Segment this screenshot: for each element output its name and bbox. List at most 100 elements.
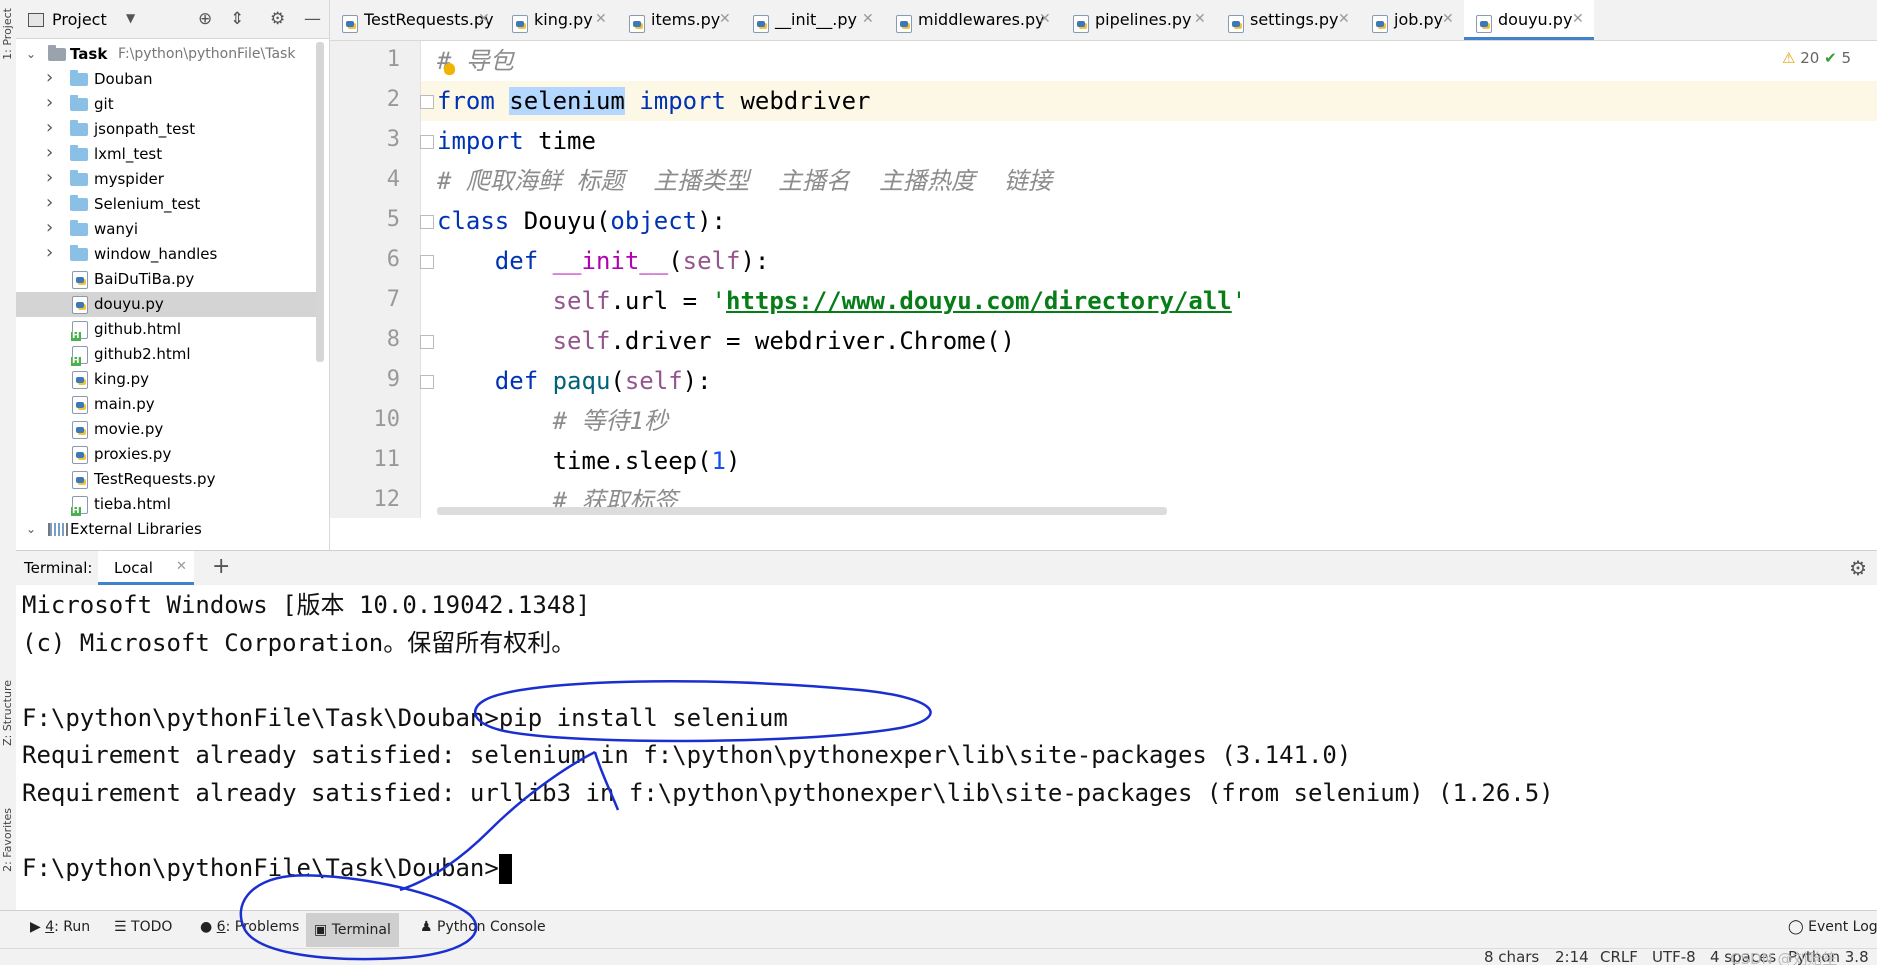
- close-icon[interactable]: ✕: [595, 0, 607, 43]
- code-line[interactable]: self.url = 'https://www.douyu.com/direct…: [437, 281, 1247, 321]
- close-icon[interactable]: ✕: [176, 559, 187, 574]
- problems-tool-button[interactable]: ● 6: Problems: [200, 919, 299, 935]
- code-line[interactable]: # 导包: [437, 41, 514, 81]
- tree-item[interactable]: main.py: [16, 392, 316, 417]
- editor-tab[interactable]: pipelines.py ✕: [1061, 0, 1216, 40]
- tree-item[interactable]: › Douban: [16, 67, 316, 92]
- chevron-right-icon[interactable]: ›: [46, 140, 53, 165]
- close-icon[interactable]: ✕: [1338, 0, 1350, 43]
- project-panel-title[interactable]: Project: [52, 10, 107, 29]
- code-line[interactable]: # 爬取海鲜 标题 主播类型 主播名 主播热度 链接: [437, 161, 1052, 201]
- folder-icon: [70, 170, 88, 186]
- editor-tab[interactable]: items.py ✕: [617, 0, 741, 40]
- editor-tab[interactable]: middlewares.py ✕: [884, 0, 1061, 40]
- inspection-summary[interactable]: ⚠ 20 ✔ 5: [1782, 49, 1851, 67]
- new-terminal-tab-icon[interactable]: +: [212, 554, 230, 579]
- tree-item[interactable]: king.py: [16, 367, 316, 392]
- close-icon[interactable]: ✕: [478, 0, 490, 43]
- line-separator[interactable]: CRLF: [1600, 949, 1638, 965]
- tree-item-label: BaiDuTiBa.py: [94, 270, 195, 288]
- chevron-down-icon[interactable]: ▼: [126, 11, 135, 25]
- editor-tab[interactable]: job.py ✕: [1360, 0, 1464, 40]
- project-tree-scrollbar[interactable]: [316, 42, 324, 362]
- close-icon[interactable]: ✕: [1194, 0, 1206, 43]
- chevron-right-icon[interactable]: ›: [46, 165, 53, 190]
- code-line[interactable]: from selenium import webdriver: [437, 81, 870, 121]
- code-editor[interactable]: 1 2 3 4 5 6 7 8 9 10 11 12 # 导包 from selenium import…: [330, 41, 1877, 518]
- todo-tool-button[interactable]: ☰ TODO: [114, 919, 172, 935]
- chevron-right-icon[interactable]: ›: [46, 115, 53, 140]
- editor-horizontal-scrollbar[interactable]: [437, 507, 1167, 515]
- chevron-right-icon[interactable]: ›: [46, 65, 53, 90]
- code-line[interactable]: time.sleep(1): [437, 441, 741, 481]
- favorites-tool-button[interactable]: 2: Favorites: [1, 808, 14, 872]
- tree-item[interactable]: › window_handles: [16, 242, 316, 267]
- chevron-right-icon[interactable]: ›: [46, 240, 53, 265]
- fold-marker-icon[interactable]: [420, 95, 434, 109]
- code-line[interactable]: def paqu(self):: [437, 361, 712, 401]
- tree-item[interactable]: movie.py: [16, 417, 316, 442]
- editor-tab[interactable]: TestRequests.py ✕: [330, 0, 500, 40]
- run-tool-button[interactable]: ▶ 4: Run: [30, 919, 90, 935]
- close-icon[interactable]: ✕: [719, 0, 731, 43]
- tree-item[interactable]: github.html: [16, 317, 316, 342]
- code-line[interactable]: import time: [437, 121, 596, 161]
- fold-marker-icon[interactable]: [420, 135, 434, 149]
- tree-item[interactable]: douyu.py: [16, 292, 316, 317]
- tree-item[interactable]: › git: [16, 92, 316, 117]
- chevron-down-icon[interactable]: ⌄: [26, 42, 36, 67]
- code-line[interactable]: class Douyu(object):: [437, 201, 726, 241]
- editor-tab[interactable]: king.py ✕: [500, 0, 617, 40]
- tree-item[interactable]: BaiDuTiBa.py: [16, 267, 316, 292]
- fold-marker-icon[interactable]: [420, 335, 434, 349]
- locate-icon[interactable]: ⊕: [198, 9, 212, 29]
- close-icon[interactable]: ✕: [1442, 0, 1454, 43]
- folder-icon: [70, 70, 88, 86]
- chevron-right-icon[interactable]: ›: [46, 215, 53, 240]
- tree-item[interactable]: › lxml_test: [16, 142, 316, 167]
- editor-tab[interactable]: __init__.py ✕: [741, 0, 884, 40]
- tree-item[interactable]: github2.html: [16, 342, 316, 367]
- tree-item[interactable]: › wanyi: [16, 217, 316, 242]
- close-icon[interactable]: ✕: [1039, 0, 1051, 43]
- caret-position[interactable]: 2:14: [1555, 949, 1589, 965]
- minimize-icon[interactable]: —: [304, 9, 321, 29]
- close-icon[interactable]: ✕: [1572, 0, 1584, 43]
- tree-item[interactable]: › Selenium_test: [16, 192, 316, 217]
- chevron-right-icon[interactable]: ›: [46, 90, 53, 115]
- chevron-down-icon[interactable]: ⌄: [26, 517, 36, 542]
- tree-item[interactable]: proxies.py: [16, 442, 316, 467]
- code-line[interactable]: def __init__(self):: [437, 241, 770, 281]
- project-tool-button[interactable]: 1: Project: [1, 8, 14, 60]
- terminal-tool-button[interactable]: ▣ Terminal: [306, 913, 399, 947]
- gear-icon[interactable]: ⚙: [270, 9, 285, 29]
- tree-item-label: github2.html: [94, 345, 191, 363]
- tree-item[interactable]: ⌄ External Libraries: [16, 517, 316, 542]
- tree-item[interactable]: ⌄ Task F:\python\pythonFile\Task: [16, 42, 316, 67]
- editor-tab-label: douyu.py: [1498, 10, 1573, 29]
- fold-marker-icon[interactable]: [420, 375, 434, 389]
- tree-item[interactable]: TestRequests.py: [16, 467, 316, 492]
- terminal-tab-local[interactable]: Local ✕: [98, 551, 194, 585]
- structure-tool-button[interactable]: Z: Structure: [1, 680, 14, 746]
- folder-icon: [70, 95, 88, 111]
- fold-marker-icon[interactable]: [420, 215, 434, 229]
- code-line[interactable]: # 等待1秒: [437, 401, 668, 441]
- lightbulb-icon[interactable]: [444, 63, 455, 75]
- collapse-all-icon[interactable]: ⇕: [230, 9, 244, 29]
- event-log-button[interactable]: ◯ Event Log: [1788, 919, 1877, 935]
- editor-tab[interactable]: douyu.py ✕: [1464, 0, 1594, 40]
- fold-marker-icon[interactable]: [420, 255, 434, 269]
- code-line[interactable]: self.driver = webdriver.Chrome(): [437, 321, 1015, 361]
- tree-item[interactable]: tieba.html: [16, 492, 316, 517]
- close-icon[interactable]: ✕: [862, 0, 874, 43]
- terminal-settings-icon[interactable]: ⚙: [1849, 556, 1867, 580]
- chevron-right-icon[interactable]: ›: [46, 190, 53, 215]
- tree-item[interactable]: › myspider: [16, 167, 316, 192]
- editor-tab[interactable]: settings.py ✕: [1216, 0, 1360, 40]
- tree-item[interactable]: › jsonpath_test: [16, 117, 316, 142]
- terminal-output[interactable]: Microsoft Windows [版本 10.0.19042.1348] (c…: [16, 585, 1877, 910]
- code-token: paqu: [552, 367, 611, 395]
- file-encoding[interactable]: UTF-8: [1652, 949, 1696, 965]
- python-console-tool-button[interactable]: ♟ Python Console: [420, 919, 546, 935]
